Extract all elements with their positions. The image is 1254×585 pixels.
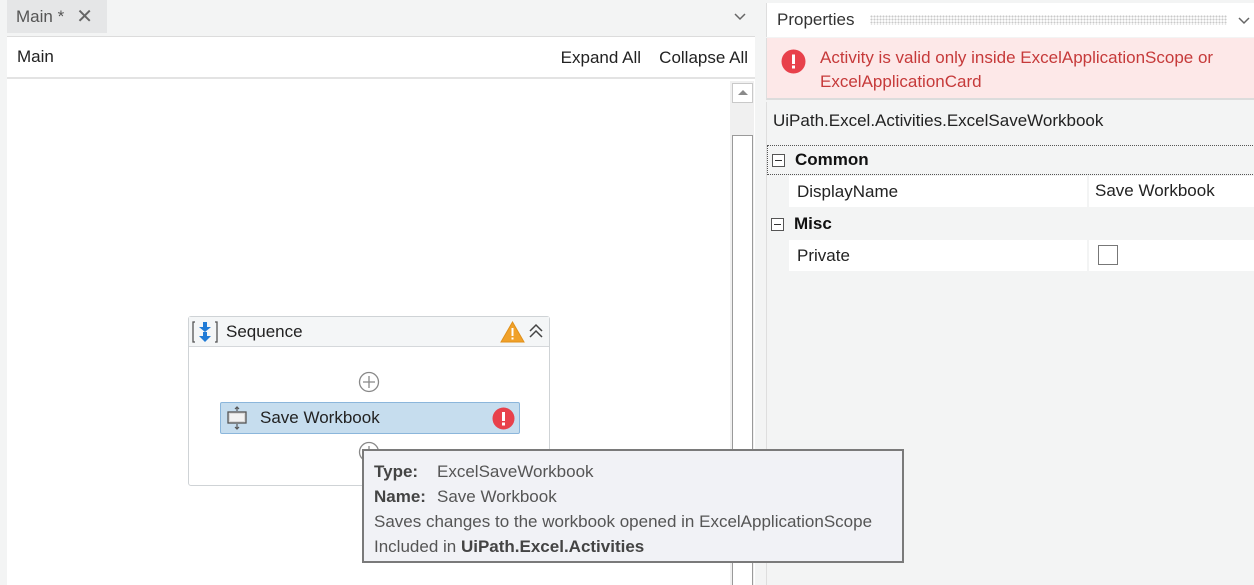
double-chevron-up-icon[interactable] bbox=[527, 322, 545, 340]
property-row-private: Private bbox=[789, 240, 1254, 272]
validation-error-banner: Activity is valid only inside ExcelAppli… bbox=[766, 38, 1254, 100]
chevron-down-icon[interactable] bbox=[1236, 12, 1252, 28]
private-checkbox[interactable] bbox=[1098, 245, 1118, 265]
warning-icon[interactable] bbox=[500, 321, 525, 343]
tab-label: Main * bbox=[16, 6, 65, 26]
collapse-category-icon[interactable] bbox=[772, 153, 785, 167]
tooltip-type-label: Type: bbox=[374, 462, 419, 481]
property-row-displayname: DisplayName Save Workbook bbox=[789, 176, 1254, 208]
properties-header: Properties bbox=[766, 3, 1254, 37]
tooltip-included-prefix: Included in bbox=[374, 537, 461, 556]
document-tabstrip: Main * ✕ bbox=[6, 0, 758, 34]
uipath-studio: Main * ✕ Main Expand All Collapse All Se… bbox=[0, 0, 1254, 585]
category-label: Common bbox=[795, 150, 869, 169]
error-icon[interactable] bbox=[492, 407, 515, 430]
sequence-icon bbox=[192, 320, 218, 343]
private-value-cell bbox=[1089, 240, 1254, 271]
activity-type-name: UiPath.Excel.Activities.ExcelSaveWorkboo… bbox=[773, 111, 1104, 130]
tooltip-name-value: Save Workbook bbox=[437, 487, 557, 506]
activity-title: Save Workbook bbox=[260, 408, 380, 427]
sequence-header[interactable]: Sequence bbox=[189, 317, 549, 347]
category-common[interactable]: Common bbox=[767, 145, 1254, 175]
error-message: Activity is valid only inside ExcelAppli… bbox=[820, 48, 1214, 91]
tooltip-package: UiPath.Excel.Activities bbox=[460, 537, 645, 556]
collapse-all-button[interactable]: Collapse All bbox=[659, 48, 748, 68]
property-name: Private bbox=[789, 240, 1087, 271]
sequence-title: Sequence bbox=[226, 321, 303, 341]
tooltip-type-value: ExcelSaveWorkbook bbox=[437, 462, 594, 481]
scroll-up-button[interactable] bbox=[732, 83, 753, 103]
activity-tooltip: Type: ExcelSaveWorkbook Name: Save Workboo… bbox=[362, 449, 904, 563]
tooltip-name-label: Name: bbox=[374, 487, 426, 506]
error-icon bbox=[781, 49, 806, 74]
category-misc[interactable]: Misc bbox=[767, 209, 1254, 239]
displayname-field[interactable]: Save Workbook bbox=[1089, 176, 1254, 207]
tooltip-name-line: Name: Save Workbook bbox=[374, 484, 902, 509]
close-icon[interactable]: ✕ bbox=[76, 7, 93, 27]
chevron-down-icon[interactable] bbox=[732, 8, 748, 24]
activity-save-workbook[interactable]: Save Workbook bbox=[220, 402, 520, 434]
collapse-category-icon[interactable] bbox=[771, 217, 784, 231]
drag-grip[interactable] bbox=[870, 15, 1227, 25]
expand-all-button[interactable]: Expand All bbox=[561, 48, 641, 68]
tab-main[interactable]: Main * ✕ bbox=[7, 0, 107, 33]
breadcrumb[interactable]: Main bbox=[17, 47, 54, 67]
tooltip-type-line: Type: ExcelSaveWorkbook bbox=[374, 459, 902, 484]
breadcrumb-bar: Main Expand All Collapse All bbox=[7, 37, 755, 79]
tooltip-description: Saves changes to the workbook opened in … bbox=[374, 512, 873, 531]
properties-title: Properties bbox=[777, 10, 855, 29]
category-label: Misc bbox=[794, 214, 832, 233]
property-name: DisplayName bbox=[789, 176, 1087, 207]
tooltip-package-line: Included in UiPath.Excel.Activities bbox=[374, 534, 902, 559]
add-activity-icon[interactable] bbox=[358, 371, 380, 393]
save-workbook-icon bbox=[227, 406, 247, 430]
